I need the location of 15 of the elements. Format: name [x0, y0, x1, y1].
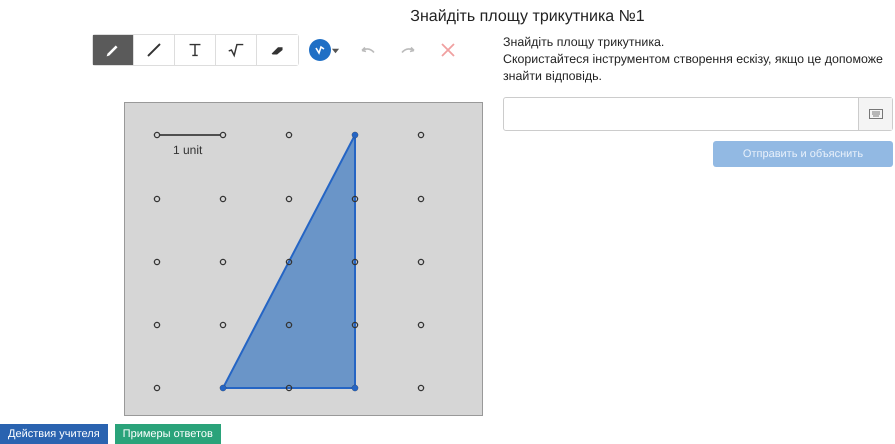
tool-button[interactable] [93, 35, 134, 65]
page-title: Знайдіть площу трикутника №1 [410, 8, 645, 26]
footer-button[interactable]: Действия учителя [0, 424, 108, 444]
close-icon [441, 43, 455, 57]
prompt-text: Знайдіть площу трикутника. [503, 34, 666, 51]
scale-label: 1 unit [173, 143, 202, 157]
keyboard-button[interactable] [858, 98, 892, 130]
footer-button[interactable]: Примеры ответов [114, 424, 221, 444]
answer-field[interactable] [503, 97, 893, 131]
undo-icon [361, 46, 375, 54]
caret-icon [331, 46, 340, 54]
scale-bar [160, 134, 220, 136]
keyboard-icon [868, 109, 882, 119]
redo-icon [401, 46, 415, 54]
prompt-text: Скористайтеся інструментом створення ескізу, якщо це допоможе знайти відповідь. [503, 51, 884, 85]
